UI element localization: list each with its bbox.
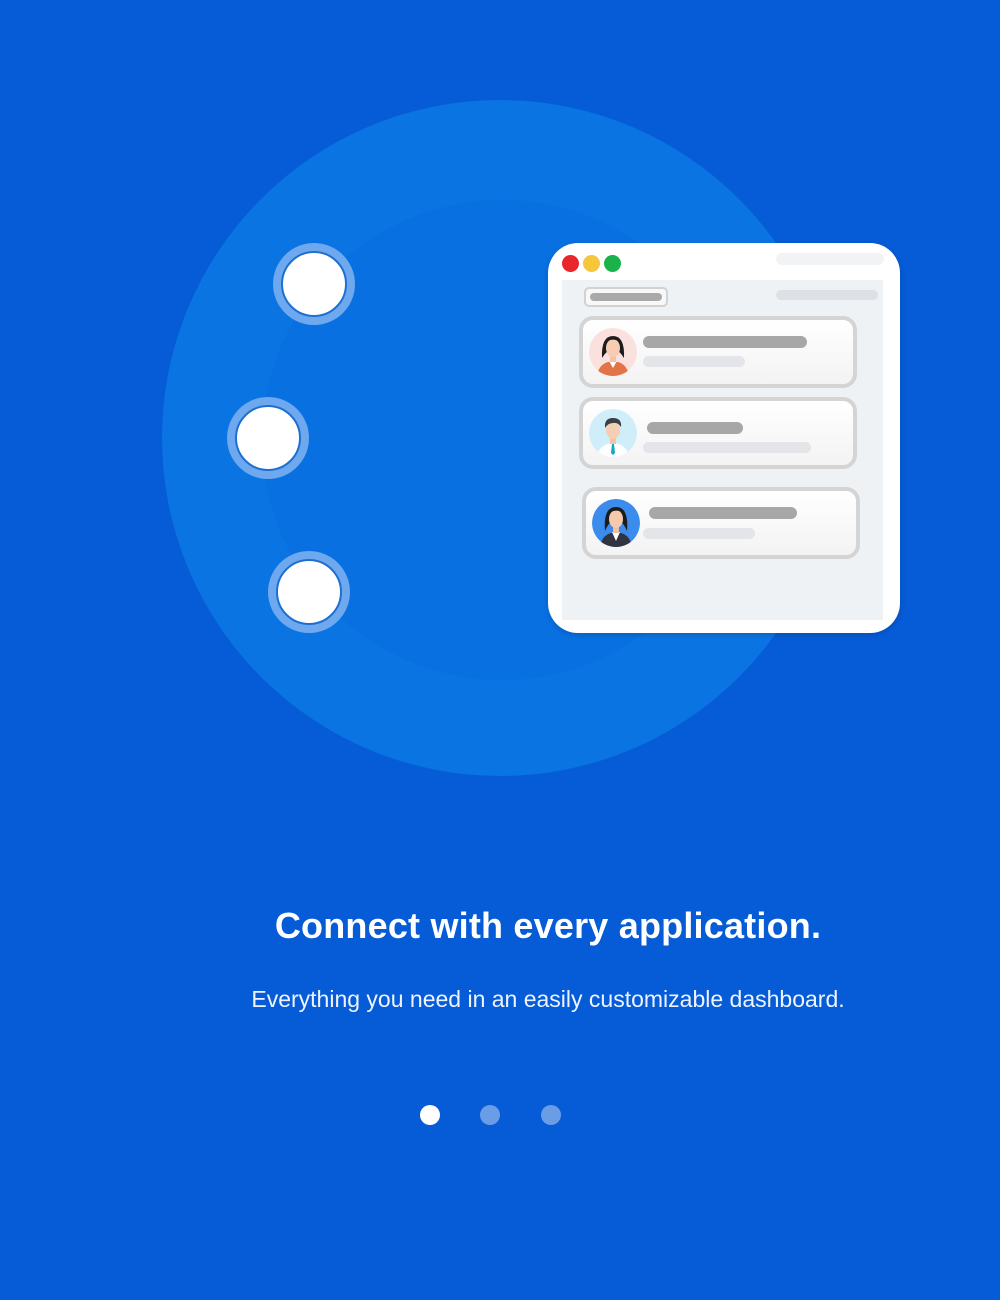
close-icon <box>562 255 579 272</box>
window-title-placeholder <box>776 253 884 265</box>
app-window-illustration <box>548 243 900 633</box>
contact-card <box>579 397 857 469</box>
onboarding-headline: Connect with every application. <box>274 905 822 946</box>
pagination-dots <box>420 1105 580 1125</box>
connection-node <box>227 397 309 479</box>
woman-suit-avatar-icon <box>592 499 640 547</box>
toolbar-placeholder <box>776 290 878 300</box>
minimize-icon <box>583 255 600 272</box>
maximize-icon <box>604 255 621 272</box>
contact-card <box>582 487 860 559</box>
toolbar-placeholder <box>584 287 668 307</box>
connection-node <box>273 243 355 325</box>
page-indicator-3[interactable] <box>541 1105 561 1125</box>
page-indicator-2[interactable] <box>480 1105 500 1125</box>
man-avatar-icon <box>589 409 637 457</box>
woman-avatar-icon <box>589 328 637 376</box>
connection-node <box>268 551 350 633</box>
onboarding-subtext: Everything you need in an easily customi… <box>251 986 845 1012</box>
page-indicator-1[interactable] <box>420 1105 440 1125</box>
window-body <box>562 280 883 620</box>
contact-card <box>579 316 857 388</box>
